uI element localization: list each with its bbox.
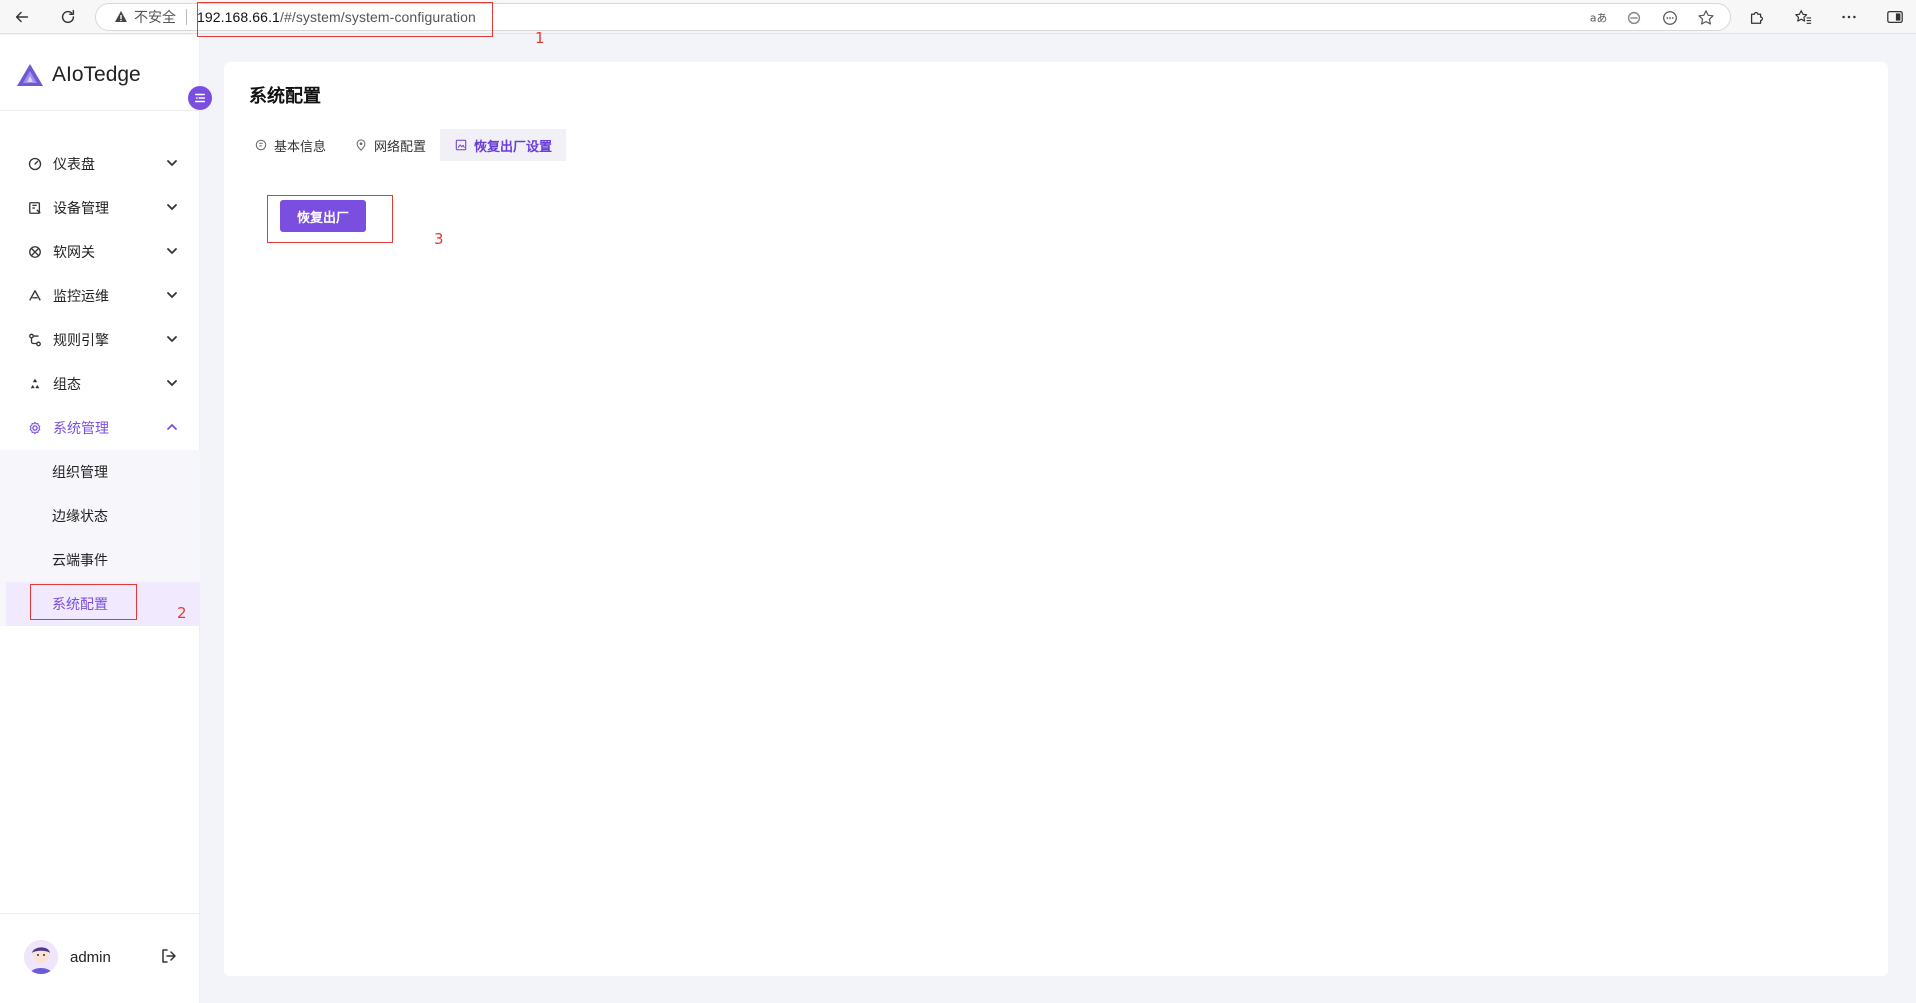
sidebar-collapse-button[interactable] bbox=[188, 86, 212, 110]
favorite-star-icon[interactable] bbox=[1696, 8, 1716, 28]
extensions-icon[interactable] bbox=[1746, 6, 1768, 28]
sidebar-item-label: 系统管理 bbox=[53, 420, 109, 436]
menu-fold-icon bbox=[194, 93, 206, 103]
reader-mode-icon[interactable] bbox=[1660, 8, 1680, 28]
sidebar-bottom-divider bbox=[0, 913, 200, 914]
main-card: 系统配置 基本信息 网络配置 恢复出厂设置 恢复出厂 bbox=[224, 62, 1888, 976]
sidebar-subitem-edge-status[interactable]: 边缘状态 bbox=[0, 494, 200, 538]
tab-label: 恢复出厂设置 bbox=[474, 138, 553, 154]
device-icon bbox=[27, 200, 43, 216]
annotation-box-system-config bbox=[30, 584, 137, 620]
app-name: AIoTedge bbox=[52, 63, 141, 86]
tab-label: 网络配置 bbox=[374, 138, 427, 154]
annotation-box-reset-button bbox=[267, 195, 393, 243]
sidebar-item-dashboard[interactable]: 仪表盘 bbox=[0, 142, 200, 186]
tab-factory-reset[interactable]: 恢复出厂设置 bbox=[440, 129, 567, 161]
security-status[interactable]: 不安全 bbox=[134, 7, 176, 27]
info-doc-icon bbox=[254, 138, 268, 152]
sidebar-item-rule-engine[interactable]: 规则引擎 bbox=[0, 318, 200, 362]
sidebar-subitem-cloud-events[interactable]: 云端事件 bbox=[0, 538, 200, 582]
logout-icon[interactable] bbox=[160, 947, 178, 965]
arrow-left-icon bbox=[15, 11, 29, 23]
dashboard-icon bbox=[27, 156, 43, 172]
chevron-down-icon bbox=[167, 380, 177, 386]
sync-icon[interactable] bbox=[1624, 8, 1644, 28]
chevron-down-icon bbox=[167, 204, 177, 210]
sidebar-item-monitoring[interactable]: 监控运维 bbox=[0, 274, 200, 318]
tab-network-config[interactable]: 网络配置 bbox=[340, 129, 440, 161]
address-separator bbox=[186, 9, 187, 25]
back-button[interactable] bbox=[10, 5, 34, 29]
sidebar: AIoTedge 仪表盘 设备管理 软网关 监控运维 规则引擎 组态 系统管理 … bbox=[0, 35, 200, 1003]
more-options-icon[interactable] bbox=[1838, 6, 1860, 28]
warning-icon bbox=[114, 10, 128, 24]
translate-icon[interactable]: aあ bbox=[1588, 8, 1608, 28]
chevron-down-icon bbox=[167, 160, 177, 166]
tab-bar: 基本信息 网络配置 恢复出厂设置 bbox=[240, 129, 567, 161]
rules-icon bbox=[27, 332, 43, 348]
sidebar-item-label: 软网关 bbox=[53, 244, 95, 260]
sidebar-item-device-management[interactable]: 设备管理 bbox=[0, 186, 200, 230]
app-logo[interactable]: AIoTedge bbox=[16, 63, 141, 87]
chevron-down-icon bbox=[167, 248, 177, 254]
sidebar-item-system-management[interactable]: 系统管理 bbox=[0, 406, 200, 450]
sidebar-divider bbox=[0, 110, 200, 111]
chevron-down-icon bbox=[167, 292, 177, 298]
gear-icon bbox=[27, 420, 43, 436]
reload-icon bbox=[61, 9, 75, 24]
chevron-up-icon bbox=[167, 424, 177, 430]
user-name: admin bbox=[70, 948, 111, 966]
location-pin-icon bbox=[354, 138, 368, 152]
image-frame-icon bbox=[454, 138, 468, 152]
tab-basic-info[interactable]: 基本信息 bbox=[240, 129, 340, 161]
sidebar-item-label: 监控运维 bbox=[53, 288, 109, 304]
sidebar-menu: 仪表盘 设备管理 软网关 监控运维 规则引擎 组态 系统管理 组织管理 边缘状态… bbox=[0, 142, 200, 626]
sidebar-item-soft-gateway[interactable]: 软网关 bbox=[0, 230, 200, 274]
sidebar-toggle-icon[interactable] bbox=[1884, 6, 1906, 28]
user-profile[interactable]: admin bbox=[24, 940, 111, 974]
annotation-number: 3 bbox=[434, 230, 444, 248]
annotation-number: 2 bbox=[177, 604, 187, 622]
avatar bbox=[24, 940, 58, 974]
sidebar-item-label: 组态 bbox=[53, 376, 81, 392]
sidebar-subitem-organization[interactable]: 组织管理 bbox=[0, 450, 200, 494]
page-title: 系统配置 bbox=[249, 86, 321, 106]
monitor-icon bbox=[27, 288, 43, 304]
svg-text:aあ: aあ bbox=[1590, 12, 1607, 25]
annotation-number: 1 bbox=[535, 29, 545, 47]
annotation-box-url bbox=[197, 2, 493, 37]
reload-button[interactable] bbox=[56, 5, 80, 29]
sidebar-item-label: 规则引擎 bbox=[53, 332, 109, 348]
sidebar-item-label: 设备管理 bbox=[53, 200, 109, 216]
favorites-icon[interactable] bbox=[1792, 6, 1814, 28]
tab-label: 基本信息 bbox=[274, 138, 327, 154]
gateway-icon bbox=[27, 244, 43, 260]
chevron-down-icon bbox=[167, 336, 177, 342]
logo-icon bbox=[17, 64, 43, 86]
sidebar-item-label: 仪表盘 bbox=[53, 156, 95, 172]
config-icon bbox=[27, 376, 43, 392]
sidebar-item-configuration[interactable]: 组态 bbox=[0, 362, 200, 406]
